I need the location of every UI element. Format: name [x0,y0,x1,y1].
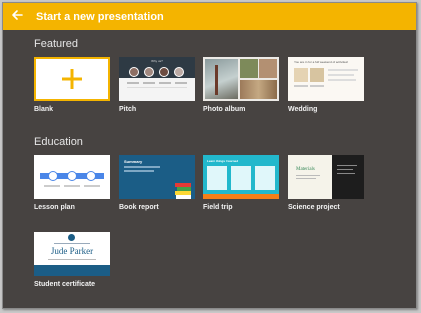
template-pitch[interactable]: Why us? Pitch [119,57,195,113]
template-thumbnail: You are in for a full weekend of activit… [288,57,364,101]
template-wedding[interactable]: You are in for a full weekend of activit… [288,57,364,113]
template-thumbnail [34,155,110,199]
template-label: Blank [34,106,54,113]
template-label: Lesson plan [34,204,75,211]
template-picker-window: Start a new presentation Featured Blank … [2,2,417,309]
template-thumbnail: Summary [119,155,195,199]
template-blank[interactable]: Blank [34,57,110,113]
template-thumbnail: Jude Parker [34,232,110,276]
template-label: Field trip [203,204,233,211]
plus-icon [61,68,83,95]
template-science-project[interactable]: Materials Science project [288,155,364,211]
template-thumbnail [203,57,279,101]
back-button[interactable] [3,3,31,30]
template-student-certificate[interactable]: Jude Parker Student certificate [34,232,110,288]
section-title-featured: Featured [34,38,79,50]
app-bar: Start a new presentation [3,3,416,30]
template-label: Science project [288,204,340,211]
template-field-trip[interactable]: Learn things I learned Field trip [203,155,279,211]
template-label: Wedding [288,106,318,113]
template-thumbnail: Materials [288,155,364,199]
template-thumbnail: Why us? [119,57,195,101]
page-title: Start a new presentation [36,10,164,23]
template-photo-album[interactable]: Photo album [203,57,279,113]
template-thumbnail [34,57,110,101]
template-label: Book report [119,204,159,211]
template-lesson-plan[interactable]: Lesson plan [34,155,110,211]
template-book-report[interactable]: Summary Book report [119,155,195,211]
template-label: Student certificate [34,281,96,288]
template-thumbnail: Learn things I learned [203,155,279,199]
arrow-left-icon [11,8,23,26]
section-title-education: Education [34,136,83,148]
template-label: Photo album [203,106,246,113]
template-label: Pitch [119,106,137,113]
